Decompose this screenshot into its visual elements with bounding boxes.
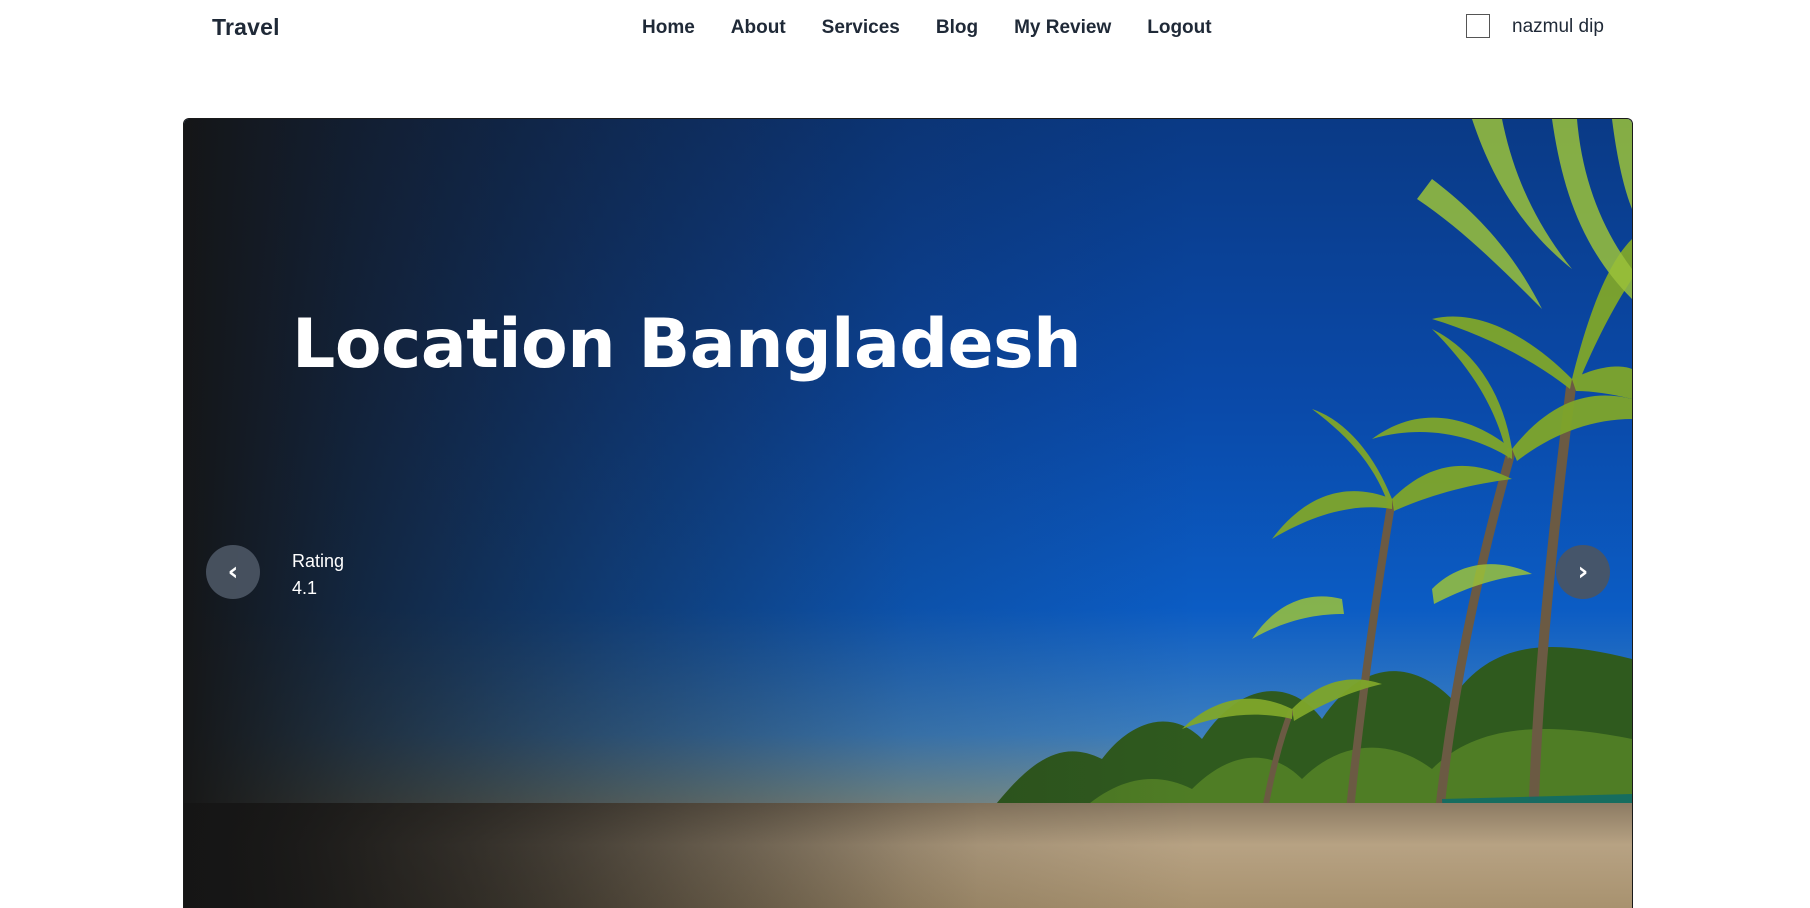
hero-carousel: Location Bangladesh Rating 4.1 ‹ › [183,118,1633,908]
hero-title: Location Bangladesh [292,305,1082,384]
carousel-next-button[interactable]: › [1556,545,1610,599]
user-area: nazmul dip [1466,14,1604,38]
user-name: nazmul dip [1512,16,1604,37]
nav-link-about[interactable]: About [731,17,786,39]
brand-logo[interactable]: Travel [212,14,280,41]
nav-link-services[interactable]: Services [822,17,900,39]
nav-menu: Home About Services Blog My Review Logou… [642,17,1212,39]
nav-link-my-review[interactable]: My Review [1014,17,1111,39]
rating-value: 4.1 [292,578,318,598]
nav-link-home[interactable]: Home [642,17,695,39]
carousel-prev-button[interactable]: ‹ [206,545,260,599]
navbar: Travel Home About Services Blog My Revie… [0,0,1810,60]
rating-label: Rating [292,551,345,571]
nav-link-blog[interactable]: Blog [936,17,978,39]
chevron-right-icon: › [1577,557,1589,587]
chevron-left-icon: ‹ [227,557,239,587]
avatar[interactable] [1466,14,1490,38]
beach-dark-overlay [184,803,1632,908]
nav-link-logout[interactable]: Logout [1147,17,1211,39]
hero-dark-overlay [184,119,1632,908]
